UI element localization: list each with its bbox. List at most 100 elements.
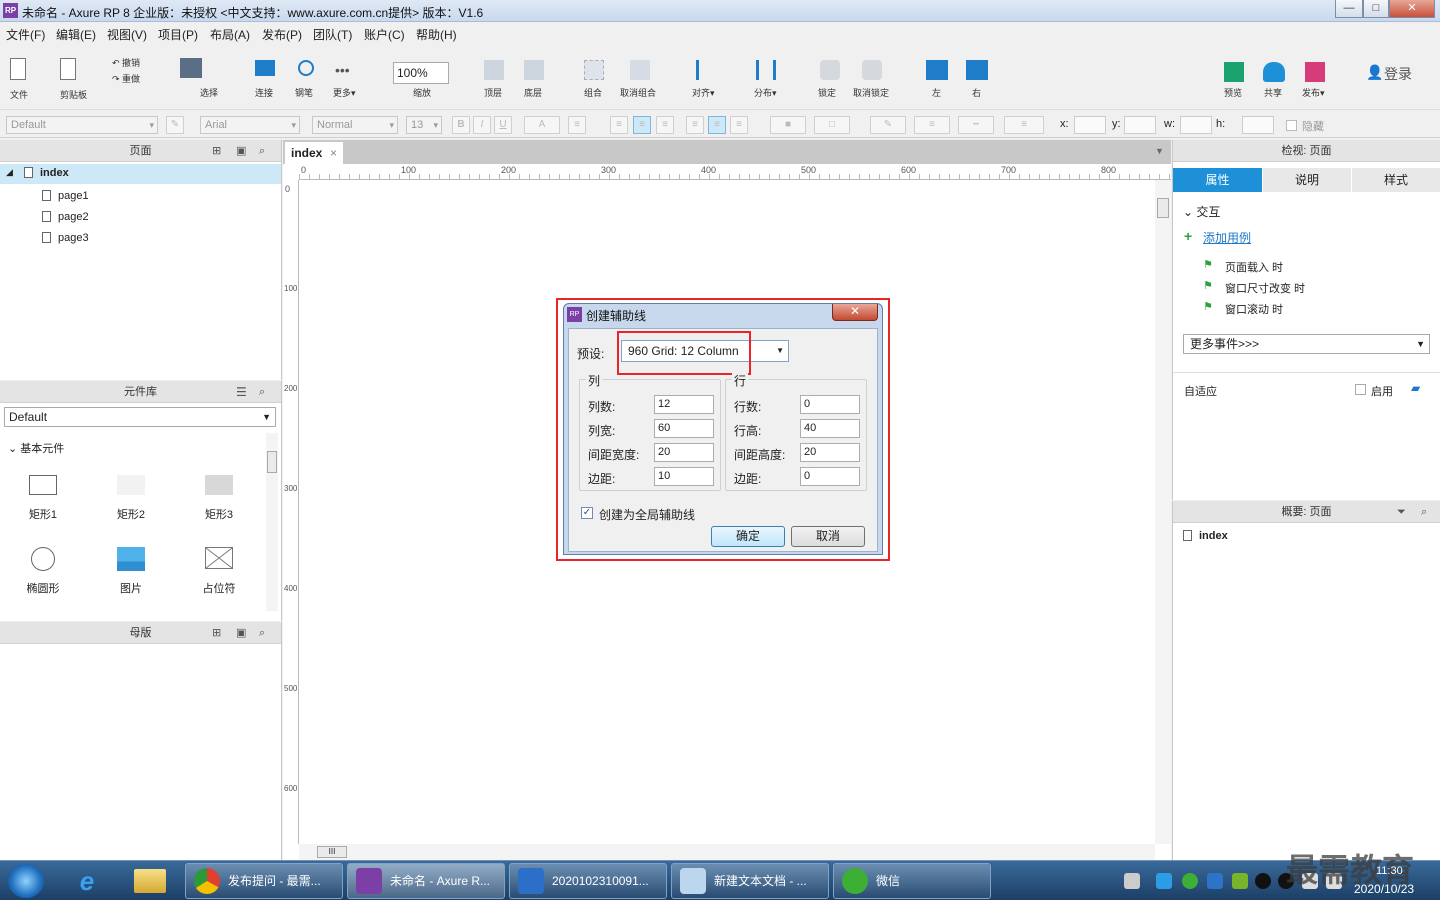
lock-icon[interactable] <box>820 60 840 80</box>
library-select[interactable]: Default ▼ <box>4 407 276 427</box>
horizontal-scroll-thumb[interactable]: III <box>317 846 347 858</box>
valign-bottom-icon[interactable]: ≡ <box>730 116 748 134</box>
preview-icon[interactable] <box>1224 62 1244 82</box>
search-masters-icon[interactable]: ⌕ <box>259 622 265 644</box>
explorer-folder-icon[interactable] <box>134 869 166 893</box>
add-icon[interactable]: + <box>1184 228 1192 244</box>
tab-style[interactable]: 样式 <box>1352 168 1440 192</box>
row-margin-input[interactable]: 0 <box>800 467 860 486</box>
tree-item-page3[interactable]: page3 <box>42 232 89 244</box>
taskbar-wechat[interactable]: 微信 <box>833 863 991 899</box>
tab-notes[interactable]: 说明 <box>1263 168 1351 192</box>
library-scroll-thumb[interactable] <box>267 451 277 473</box>
line-color-icon[interactable]: ✎ <box>870 116 906 134</box>
connect-icon[interactable] <box>255 60 275 76</box>
col-count-input[interactable]: 12 <box>654 395 714 414</box>
image-widget-icon[interactable] <box>117 547 145 571</box>
adaptive-settings-icon[interactable]: ▰ <box>1411 381 1420 395</box>
event-window-scroll[interactable]: 窗口滚动 时 <box>1225 301 1283 317</box>
format-painter-icon[interactable]: ✎ <box>166 116 184 134</box>
tab-index[interactable]: index × <box>285 142 343 164</box>
add-case-link[interactable]: 添加用例 <box>1203 229 1251 246</box>
media-icon[interactable] <box>1156 873 1172 889</box>
clock-date[interactable]: 2020/10/23 <box>1354 882 1414 896</box>
enable-adaptive-checkbox[interactable] <box>1355 384 1366 395</box>
menu-account[interactable]: 账户(C) <box>364 26 405 43</box>
bring-to-front-icon[interactable] <box>484 60 504 80</box>
left-panel-icon[interactable] <box>926 60 948 80</box>
add-master-folder-icon[interactable]: ▣ <box>236 622 246 644</box>
h-input[interactable] <box>1242 116 1274 134</box>
ok-button[interactable]: 确定 <box>711 526 785 547</box>
x-input[interactable] <box>1074 116 1106 134</box>
dialog-close-button[interactable]: ✕ <box>832 304 878 321</box>
italic-button[interactable]: I <box>473 116 491 134</box>
align-icon[interactable] <box>696 60 716 80</box>
bold-button[interactable]: B <box>452 116 470 134</box>
distribute-icon[interactable] <box>756 60 776 80</box>
unlock-icon[interactable] <box>862 60 882 80</box>
rectangle1-widget[interactable] <box>29 475 57 495</box>
row-gutter-input[interactable]: 20 <box>800 443 860 462</box>
placeholder-widget-icon[interactable] <box>205 547 233 569</box>
arrow-style-icon[interactable]: ≡ <box>1004 116 1044 134</box>
rectangle2-widget[interactable] <box>117 475 145 495</box>
font-select[interactable]: Arial <box>200 116 300 134</box>
share-cloud-icon[interactable] <box>1263 62 1285 82</box>
search-library-icon[interactable]: ⌕ <box>259 381 265 403</box>
outline-item-index[interactable]: index <box>1183 530 1228 542</box>
hidden-checkbox[interactable] <box>1286 120 1297 131</box>
tree-item-page2[interactable]: page2 <box>42 211 89 223</box>
shadow-icon[interactable]: □ <box>814 116 850 134</box>
vertical-scrollbar[interactable] <box>1155 180 1171 844</box>
search-pages-icon[interactable]: ⌕ <box>259 140 265 162</box>
line-style-icon[interactable]: ┅ <box>958 116 994 134</box>
fill-color-icon[interactable]: ■ <box>770 116 806 134</box>
add-folder-icon[interactable]: ▣ <box>236 140 246 162</box>
tab-properties[interactable]: 属性 <box>1173 168 1262 192</box>
align-center-icon[interactable]: ≡ <box>633 116 651 134</box>
menu-project[interactable]: 项目(P) <box>158 26 198 43</box>
login-link[interactable]: 登录 <box>1384 64 1412 84</box>
taskbar-chrome[interactable]: 发布提问 - 最需... <box>185 863 343 899</box>
y-input[interactable] <box>1124 116 1156 134</box>
add-page-icon[interactable]: ⊞ <box>212 140 221 162</box>
col-margin-input[interactable]: 10 <box>654 467 714 486</box>
horizontal-scrollbar[interactable]: III <box>299 844 1155 860</box>
wechat-tray-icon[interactable] <box>1182 873 1198 889</box>
tab-close-icon[interactable]: × <box>330 142 337 164</box>
text-color-button[interactable]: A <box>524 116 560 134</box>
interaction-section[interactable]: ⌄ 交互 <box>1183 203 1220 220</box>
menu-layout[interactable]: 布局(A) <box>210 26 250 43</box>
valign-top-icon[interactable]: ≡ <box>686 116 704 134</box>
publish-icon[interactable] <box>1305 62 1325 82</box>
publish-label[interactable]: 发布▾ <box>1302 86 1325 99</box>
align-left-icon[interactable]: ≡ <box>610 116 628 134</box>
search-outline-icon[interactable]: ⌕ <box>1421 501 1427 523</box>
align-right-icon[interactable]: ≡ <box>656 116 674 134</box>
collapse-arrow-icon[interactable]: ◢ <box>6 167 13 178</box>
paste-icon[interactable] <box>60 58 76 80</box>
group-icon[interactable] <box>584 60 604 80</box>
more-label[interactable]: 更多▾ <box>333 86 356 99</box>
menu-team[interactable]: 团队(T) <box>313 26 352 43</box>
taskbar-word[interactable]: 2020102310091... <box>509 863 667 899</box>
taskbar-axure[interactable]: 未命名 - Axure R... <box>347 863 505 899</box>
maximize-button[interactable]: □ <box>1363 0 1389 18</box>
ellipse-widget[interactable] <box>31 547 55 571</box>
underline-button[interactable]: U <box>494 116 512 134</box>
taskbar-notepad[interactable]: 新建文本文档 - ... <box>671 863 829 899</box>
minimize-button[interactable]: — <box>1335 0 1363 18</box>
vertical-scroll-thumb[interactable] <box>1157 198 1169 218</box>
col-gutter-input[interactable]: 20 <box>654 443 714 462</box>
zoom-select[interactable]: 100% <box>393 62 449 84</box>
filter-icon[interactable]: ⏷ <box>1397 501 1406 523</box>
tree-item-index[interactable]: ◢ index <box>0 164 281 184</box>
send-to-back-icon[interactable] <box>524 60 544 80</box>
row-count-input[interactable]: 0 <box>800 395 860 414</box>
ie-icon[interactable]: e <box>72 867 102 895</box>
more-events-select[interactable]: 更多事件>>> ▼ <box>1183 334 1430 354</box>
tree-item-page1[interactable]: page1 <box>42 190 89 202</box>
cancel-button[interactable]: 取消 <box>791 526 865 547</box>
add-master-icon[interactable]: ⊞ <box>212 622 221 644</box>
